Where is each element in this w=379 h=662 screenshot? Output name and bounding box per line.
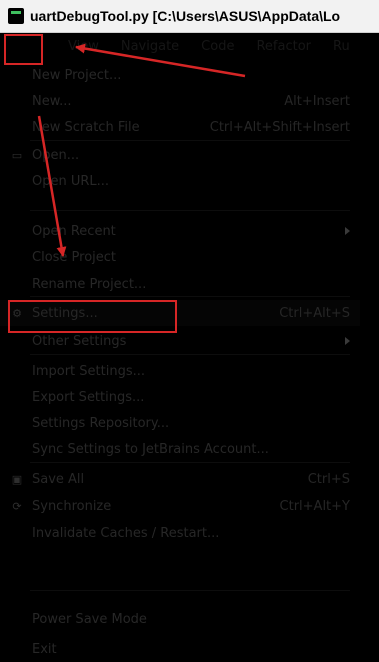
annotation-arrows bbox=[37, 43, 246, 257]
arrow-to-file-menu bbox=[75, 43, 246, 78]
arrow-to-settings bbox=[37, 115, 67, 257]
